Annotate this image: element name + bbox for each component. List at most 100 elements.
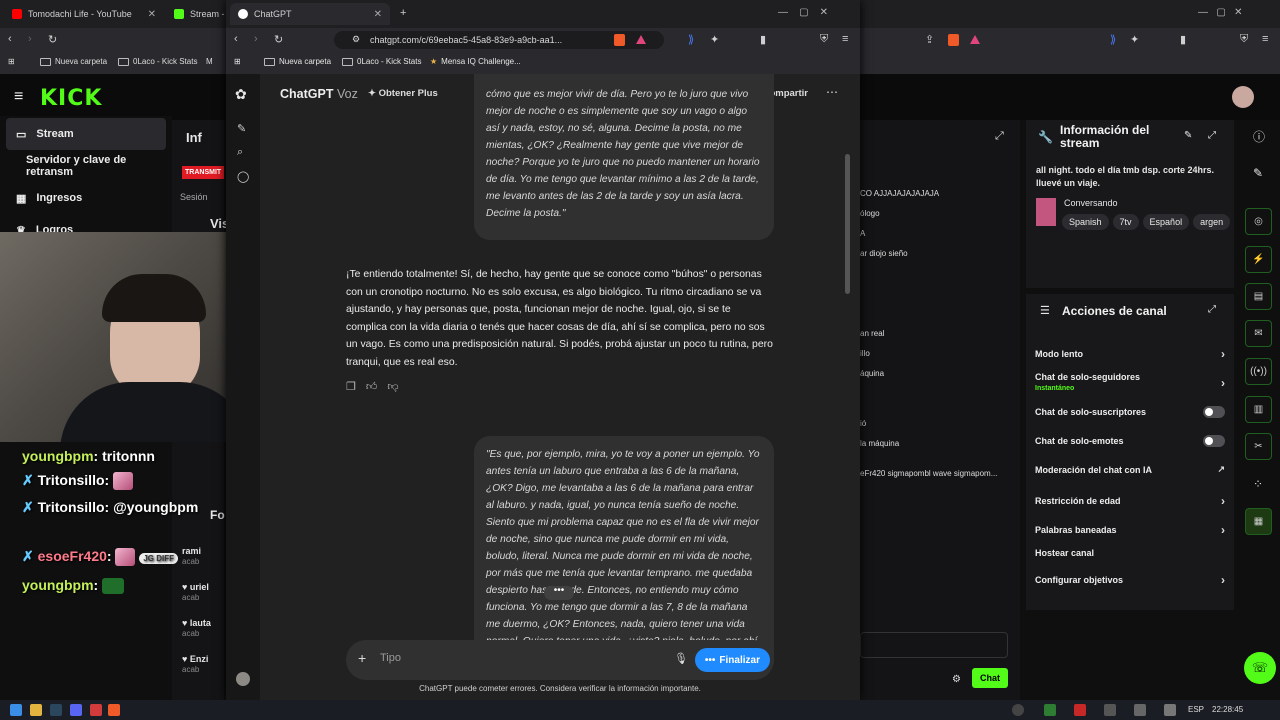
help-chat-button[interactable]: ☏: [1244, 652, 1276, 684]
target-icon[interactable]: ◎: [1245, 208, 1272, 235]
action-goals[interactable]: Configurar objetivos ›: [1035, 573, 1225, 587]
rewards-icon[interactable]: [970, 35, 980, 44]
tab-chatgpt[interactable]: ChatGPT ✕: [230, 3, 390, 25]
apps-icon[interactable]: ⁘: [1253, 477, 1263, 491]
tab-kick-stream[interactable]: Stream - K: [166, 3, 226, 25]
windows-start-icon[interactable]: [10, 704, 22, 716]
search-icon[interactable]: ⌕: [237, 146, 243, 159]
rewards-icon[interactable]: [636, 35, 646, 44]
tools-icon[interactable]: ✂: [1245, 433, 1272, 460]
share-icon[interactable]: ⇪: [925, 33, 934, 46]
popout-icon[interactable]: ⤢: [1208, 130, 1216, 141]
brave-icon[interactable]: [948, 34, 959, 46]
sidebar-item-stream[interactable]: ▭ Stream: [6, 118, 166, 150]
broadcast-icon[interactable]: ((•)): [1245, 358, 1272, 385]
avatar[interactable]: [236, 672, 250, 686]
tray-icon[interactable]: [1044, 704, 1056, 716]
action-age-restriction[interactable]: Restricción de edad ›: [1035, 494, 1225, 508]
close-icon[interactable]: ✕: [148, 9, 156, 20]
document-icon[interactable]: ▤: [1245, 283, 1272, 310]
clock[interactable]: 22:28:45: [1212, 705, 1243, 714]
microphone-icon[interactable]: 🎙︎: [674, 652, 688, 665]
layout-icon[interactable]: ▥: [1245, 396, 1272, 423]
back-icon[interactable]: ‹: [234, 33, 238, 45]
tab-youtube[interactable]: Tomodachi Life - YouTube ✕: [4, 3, 164, 25]
brave-icon[interactable]: [108, 704, 120, 716]
extensions-icon[interactable]: ✦: [1130, 33, 1139, 46]
scrollbar[interactable]: [845, 154, 850, 294]
window-controls[interactable]: — ▢ ✕: [778, 7, 828, 18]
bookmark-more[interactable]: M: [206, 57, 213, 66]
apps-icon[interactable]: ⊞: [234, 57, 241, 66]
shield-icon[interactable]: ⛨: [820, 33, 828, 46]
tray-icon[interactable]: [1074, 704, 1086, 716]
chat-input[interactable]: [860, 632, 1008, 658]
close-icon[interactable]: ✕: [374, 9, 382, 20]
forward-icon[interactable]: ›: [254, 33, 258, 45]
chat-bubble-icon[interactable]: ◯: [237, 170, 249, 183]
obs-icon[interactable]: [90, 704, 102, 716]
finalize-voice-button[interactable]: ••• Finalizar: [694, 648, 770, 672]
avatar[interactable]: [1232, 86, 1254, 108]
hamburger-icon[interactable]: ≡: [14, 88, 23, 106]
tag-chip[interactable]: argen: [1193, 214, 1231, 230]
action-slow-mode[interactable]: Modo lento ›: [1035, 347, 1225, 361]
reload-icon[interactable]: ↻: [48, 33, 57, 46]
new-chat-icon[interactable]: ✎: [237, 122, 246, 135]
extensions-icon[interactable]: ✦: [710, 33, 719, 46]
bookmark-folder[interactable]: Nueva carpeta: [40, 57, 107, 66]
thumbs-down-icon[interactable]: 👎︎: [387, 381, 408, 393]
lightning-icon[interactable]: ⚡: [1245, 246, 1272, 273]
menu-icon[interactable]: ≡: [1262, 33, 1268, 45]
back-icon[interactable]: ‹: [8, 33, 12, 45]
language-indicator[interactable]: ESP: [1188, 705, 1204, 714]
popout-icon[interactable]: ⤢: [995, 130, 1004, 143]
openai-logo-icon[interactable]: ✿: [235, 86, 247, 103]
action-host-channel[interactable]: Hostear canal: [1035, 548, 1225, 558]
tray-icon[interactable]: [1012, 704, 1024, 716]
action-banned-words[interactable]: Palabras baneadas ›: [1035, 523, 1225, 537]
tag-chip[interactable]: 7tv: [1112, 214, 1139, 230]
model-selector[interactable]: ChatGPT Voz: [280, 87, 358, 101]
upgrade-button[interactable]: ✦ Obtener Plus: [368, 88, 438, 99]
list-item[interactable]: rami acab: [182, 546, 224, 582]
message-input[interactable]: Tipo: [380, 652, 401, 664]
shield-icon[interactable]: ⛨: [1240, 33, 1248, 46]
toggle-switch[interactable]: [1203, 406, 1225, 418]
action-followers-only[interactable]: Chat de solo-seguidores Instantáneo ›: [1035, 372, 1225, 394]
reload-icon[interactable]: ↻: [274, 33, 283, 46]
list-item[interactable]: ♥ uriel acab: [182, 582, 224, 618]
pencil-icon[interactable]: ✎: [1253, 166, 1263, 180]
popout-icon[interactable]: ⤢: [1208, 304, 1216, 315]
info-icon[interactable]: ⓘ: [1253, 128, 1265, 145]
sidebar-icon[interactable]: ▮: [760, 33, 766, 46]
action-ai-moderation[interactable]: Moderación del chat con IA ↗: [1035, 464, 1225, 475]
clapper-icon[interactable]: ▦: [1245, 508, 1272, 535]
bookmark-mensa[interactable]: ★ Mensa IQ Challenge...: [430, 57, 521, 66]
sidebar-item-income[interactable]: ▦ Ingresos: [6, 182, 166, 214]
sidebar-item-server-key[interactable]: Servidor y clave de retransm: [6, 150, 166, 182]
apps-icon[interactable]: ⊞: [8, 57, 15, 66]
window-controls[interactable]: — ▢ ✕: [1198, 7, 1243, 18]
new-tab-icon[interactable]: +: [400, 7, 406, 19]
heart-icon[interactable]: ♥: [182, 618, 190, 628]
volume-icon[interactable]: [1164, 704, 1176, 716]
chat-bubble-icon[interactable]: ✉: [1245, 320, 1272, 347]
discord-icon[interactable]: [70, 704, 82, 716]
bookmark-folder[interactable]: Nueva carpeta: [264, 57, 331, 66]
wallet-icon[interactable]: ⟫: [688, 33, 694, 46]
toggle-switch[interactable]: [1203, 435, 1225, 447]
action-subscribers-only[interactable]: Chat de solo-suscriptores: [1035, 406, 1225, 418]
brave-icon[interactable]: [614, 34, 625, 46]
steam-icon[interactable]: [50, 704, 62, 716]
chat-send-button[interactable]: Chat: [972, 668, 1008, 688]
heart-icon[interactable]: ♥: [182, 582, 190, 592]
tray-icon[interactable]: [1104, 704, 1116, 716]
thumbs-up-icon[interactable]: 👍︎: [366, 381, 388, 393]
list-item[interactable]: ♥ Enzi acab: [182, 654, 224, 690]
action-emotes-only[interactable]: Chat de solo-emotes: [1035, 435, 1225, 447]
kick-logo[interactable]: KICK: [40, 86, 102, 111]
tray-icon[interactable]: [1134, 704, 1146, 716]
tag-chip[interactable]: Spanish: [1062, 214, 1109, 230]
plus-icon[interactable]: +: [358, 650, 366, 666]
